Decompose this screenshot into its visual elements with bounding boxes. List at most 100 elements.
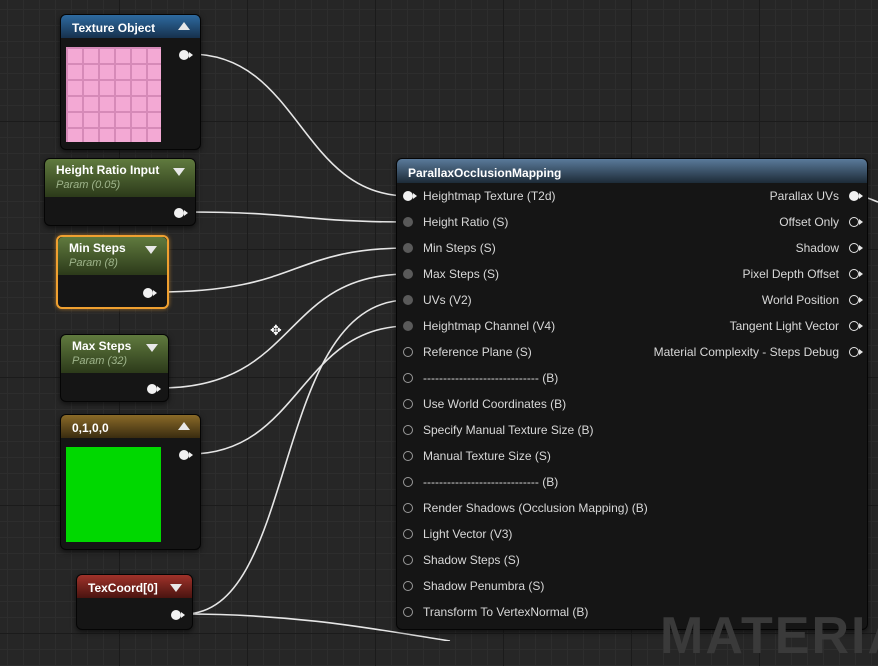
constant-vector-output-pin[interactable] (179, 450, 193, 460)
wire-texture-to-heightmap[interactable] (189, 53, 409, 197)
pom-input-label: Light Vector (V3) (423, 527, 513, 541)
input-pin-icon[interactable] (403, 425, 413, 435)
texture-object-header[interactable]: Texture Object (61, 15, 200, 38)
input-pin-icon[interactable] (403, 373, 413, 383)
pom-input-label: Reference Plane (S) (423, 345, 532, 359)
height-ratio-header[interactable]: Height Ratio Input Param (0.05) (45, 159, 195, 197)
height-ratio-output-pin[interactable] (174, 208, 188, 218)
output-pin-icon[interactable] (849, 217, 863, 227)
output-pin-icon[interactable] (849, 295, 863, 305)
wire-texcoord-to-uvs[interactable] (183, 299, 409, 615)
pom-input-12[interactable]: Render Shadows (Occlusion Mapping) (B) (403, 500, 648, 516)
pom-output-label: Parallax UVs (769, 189, 839, 203)
min-steps-node[interactable]: Min Steps Param (8) (56, 235, 169, 309)
wire-minsteps-to-minsteps[interactable] (156, 247, 409, 293)
pom-input-2[interactable]: Min Steps (S) (403, 240, 496, 256)
pom-input-label: Min Steps (S) (423, 241, 496, 255)
input-pin-icon[interactable] (403, 503, 413, 513)
input-pin-icon[interactable] (403, 477, 413, 487)
min-steps-subtitle: Param (8) (69, 257, 118, 269)
input-pin-icon[interactable] (403, 191, 417, 201)
pom-input-13[interactable]: Light Vector (V3) (403, 526, 513, 542)
pom-output-2[interactable]: Shadow (796, 240, 863, 256)
collapse-arrow-icon[interactable] (178, 22, 190, 30)
pom-input-label: Height Ratio (S) (423, 215, 509, 229)
expand-arrow-icon[interactable] (145, 246, 157, 254)
min-steps-title: Min Steps (69, 241, 126, 255)
input-pin-icon[interactable] (403, 581, 413, 591)
pom-input-8[interactable]: Use World Coordinates (B) (403, 396, 566, 412)
pom-output-label: Material Complexity - Steps Debug (653, 345, 839, 359)
input-pin-icon[interactable] (403, 321, 413, 331)
pom-output-1[interactable]: Offset Only (779, 214, 863, 230)
constant-vector-header[interactable]: 0,1,0,0 (61, 415, 200, 438)
pom-output-label: Offset Only (779, 215, 839, 229)
texcoord-title: TexCoord[0] (88, 581, 158, 595)
pom-input-16[interactable]: Transform To VertexNormal (B) (403, 604, 588, 620)
input-pin-icon[interactable] (403, 607, 413, 617)
max-steps-node[interactable]: Max Steps Param (32) (60, 334, 169, 402)
pom-input-label: Manual Texture Size (S) (423, 449, 551, 463)
min-steps-header[interactable]: Min Steps Param (8) (58, 237, 167, 275)
expand-arrow-icon[interactable] (170, 584, 182, 592)
pom-input-3[interactable]: Max Steps (S) (403, 266, 499, 282)
input-pin-icon[interactable] (403, 451, 413, 461)
pom-input-label: ----------------------------- (B) (423, 475, 559, 489)
pom-input-5[interactable]: Heightmap Channel (V4) (403, 318, 555, 334)
input-pin-icon[interactable] (403, 243, 413, 253)
pom-input-7[interactable]: ----------------------------- (B) (403, 370, 559, 386)
pom-input-9[interactable]: Specify Manual Texture Size (B) (403, 422, 594, 438)
input-pin-icon[interactable] (403, 555, 413, 565)
pom-header[interactable]: ParallaxOcclusionMapping (397, 159, 867, 183)
output-pin-icon[interactable] (849, 269, 863, 279)
wire-heightratio-to-heightratio[interactable] (185, 211, 409, 223)
texture-object-node[interactable]: Texture Object (60, 14, 201, 150)
input-pin-icon[interactable] (403, 347, 413, 357)
output-pin-icon[interactable] (849, 243, 863, 253)
pom-title: ParallaxOcclusionMapping (408, 166, 562, 180)
pom-input-1[interactable]: Height Ratio (S) (403, 214, 509, 230)
max-steps-output-pin[interactable] (147, 384, 161, 394)
texture-object-title: Texture Object (72, 21, 156, 35)
constant-vector-node[interactable]: 0,1,0,0 (60, 414, 201, 550)
output-pin-icon[interactable] (849, 347, 863, 357)
input-pin-icon[interactable] (403, 217, 413, 227)
pom-input-4[interactable]: UVs (V2) (403, 292, 472, 308)
pom-output-3[interactable]: Pixel Depth Offset (743, 266, 863, 282)
max-steps-subtitle: Param (32) (72, 355, 128, 367)
pom-input-0[interactable]: Heightmap Texture (T2d) (403, 188, 556, 204)
input-pin-icon[interactable] (403, 269, 413, 279)
height-ratio-subtitle: Param (0.05) (56, 179, 121, 191)
pom-input-label: Render Shadows (Occlusion Mapping) (B) (423, 501, 648, 515)
collapse-arrow-icon[interactable] (178, 422, 190, 430)
pom-input-15[interactable]: Shadow Penumbra (S) (403, 578, 544, 594)
pom-input-label: ----------------------------- (B) (423, 371, 559, 385)
pom-output-6[interactable]: Material Complexity - Steps Debug (653, 344, 863, 360)
input-pin-icon[interactable] (403, 295, 413, 305)
input-pin-icon[interactable] (403, 529, 413, 539)
pom-input-label: Shadow Steps (S) (423, 553, 520, 567)
wire-constant-to-channel[interactable] (189, 325, 409, 455)
pom-input-6[interactable]: Reference Plane (S) (403, 344, 532, 360)
height-ratio-node[interactable]: Height Ratio Input Param (0.05) (44, 158, 196, 226)
wire-maxsteps-to-maxsteps[interactable] (159, 273, 409, 389)
texcoord-node[interactable]: TexCoord[0] (76, 574, 193, 630)
output-pin-icon[interactable] (849, 191, 863, 201)
color-swatch (66, 447, 161, 542)
pom-input-14[interactable]: Shadow Steps (S) (403, 552, 520, 568)
max-steps-header[interactable]: Max Steps Param (32) (61, 335, 168, 373)
pom-input-10[interactable]: Manual Texture Size (S) (403, 448, 551, 464)
pom-output-0[interactable]: Parallax UVs (769, 188, 863, 204)
expand-arrow-icon[interactable] (146, 344, 158, 352)
texcoord-output-pin[interactable] (171, 610, 185, 620)
expand-arrow-icon[interactable] (173, 168, 185, 176)
parallax-occlusion-mapping-node[interactable]: ParallaxOcclusionMapping Heightmap Textu… (396, 158, 868, 630)
texture-object-output-pin[interactable] (179, 50, 193, 60)
pom-output-4[interactable]: World Position (762, 292, 863, 308)
min-steps-output-pin[interactable] (143, 288, 157, 298)
input-pin-icon[interactable] (403, 399, 413, 409)
pom-output-5[interactable]: Tangent Light Vector (730, 318, 863, 334)
texcoord-header[interactable]: TexCoord[0] (77, 575, 192, 598)
output-pin-icon[interactable] (849, 321, 863, 331)
pom-input-11[interactable]: ----------------------------- (B) (403, 474, 559, 490)
